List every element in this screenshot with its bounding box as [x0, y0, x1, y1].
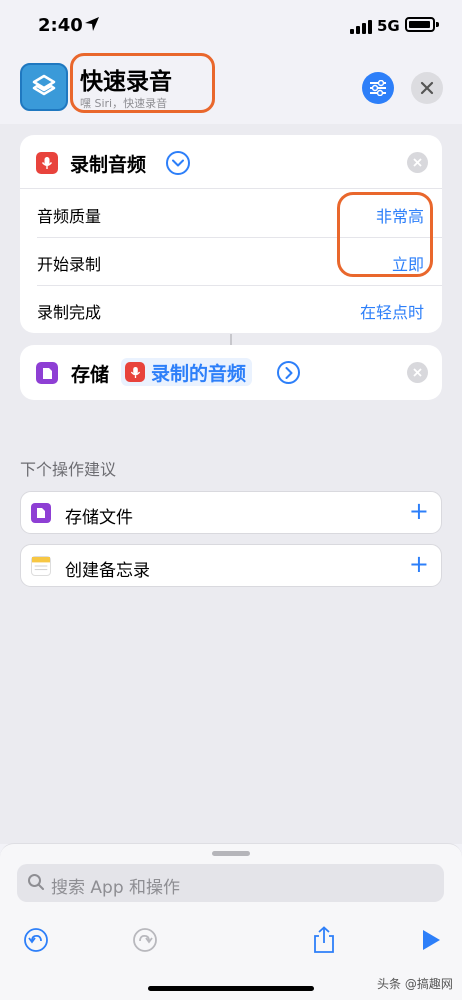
microphone-icon [36, 152, 58, 174]
run-button[interactable] [417, 926, 445, 954]
document-icon [31, 503, 51, 523]
share-icon [314, 926, 334, 953]
search-input[interactable]: 搜索 App 和操作 [17, 864, 444, 902]
param-label: 开始录制 [37, 255, 102, 274]
remove-action-icon[interactable] [407, 152, 428, 173]
shortcut-icon[interactable] [20, 63, 68, 111]
close-button[interactable] [411, 72, 443, 104]
param-row-finish[interactable]: 录制完成 在轻点时 [20, 285, 442, 333]
add-icon[interactable]: + [409, 499, 429, 523]
microphone-icon [125, 362, 145, 382]
variable-label: 录制的音频 [151, 362, 247, 385]
param-label: 录制完成 [37, 303, 102, 322]
chevron-right-icon[interactable] [277, 361, 300, 384]
settings-button[interactable] [362, 72, 394, 104]
param-value[interactable]: 在轻点时 [360, 299, 424, 323]
record-audio-header: 录制音频 [20, 135, 442, 189]
sheet-grabber[interactable] [212, 851, 250, 856]
watermark-text: 头条 @搞趣网 [377, 977, 453, 991]
param-label: 音频质量 [37, 207, 102, 226]
remove-action-icon[interactable] [407, 362, 428, 383]
record-audio-title: 录制音频 [70, 154, 147, 176]
network-type-label: 5G [377, 17, 400, 35]
siri-phrase: 嘿 Siri，快速录音 [80, 97, 168, 110]
search-icon [28, 874, 44, 890]
recorded-audio-variable[interactable]: 录制的音频 [121, 358, 253, 386]
shortcuts-layers-icon [32, 74, 56, 96]
bottom-panel: 搜索 App 和操作 头条 @搞趣网 [0, 843, 462, 1000]
chevron-down-icon[interactable] [166, 151, 190, 175]
home-indicator [148, 986, 314, 991]
sliders-icon [370, 80, 386, 96]
suggestion-save-file[interactable]: 存储文件 + [20, 491, 442, 534]
location-arrow-icon [85, 17, 99, 31]
shortcut-header: 快速录音 嘿 Siri，快速录音 [0, 50, 462, 122]
search-placeholder: 搜索 App 和操作 [51, 878, 181, 898]
suggestion-create-note[interactable]: 创建备忘录 + [20, 544, 442, 587]
close-icon [420, 81, 434, 95]
battery-icon [405, 17, 435, 32]
battery-tip [436, 22, 439, 27]
status-bar: 2:40 5G [0, 0, 462, 50]
undo-button[interactable] [22, 926, 50, 954]
save-action[interactable]: 存储 录制的音频 [20, 345, 442, 400]
add-icon[interactable]: + [409, 552, 429, 576]
share-button[interactable] [310, 926, 338, 954]
status-time: 2:40 [38, 15, 83, 36]
suggestions-heading: 下个操作建议 [20, 460, 117, 479]
redo-icon [133, 928, 157, 952]
save-action-verb: 存储 [71, 364, 110, 386]
suggestion-label: 存储文件 [65, 508, 133, 528]
values-highlight-annotation [337, 192, 433, 277]
play-icon [423, 930, 440, 950]
shortcut-title[interactable]: 快速录音 [80, 62, 172, 96]
undo-icon [24, 928, 48, 952]
cellular-signal-icon [350, 20, 372, 34]
suggestion-label: 创建备忘录 [65, 561, 150, 581]
redo-button[interactable] [131, 926, 159, 954]
document-icon [36, 362, 58, 384]
notes-icon [31, 556, 51, 576]
